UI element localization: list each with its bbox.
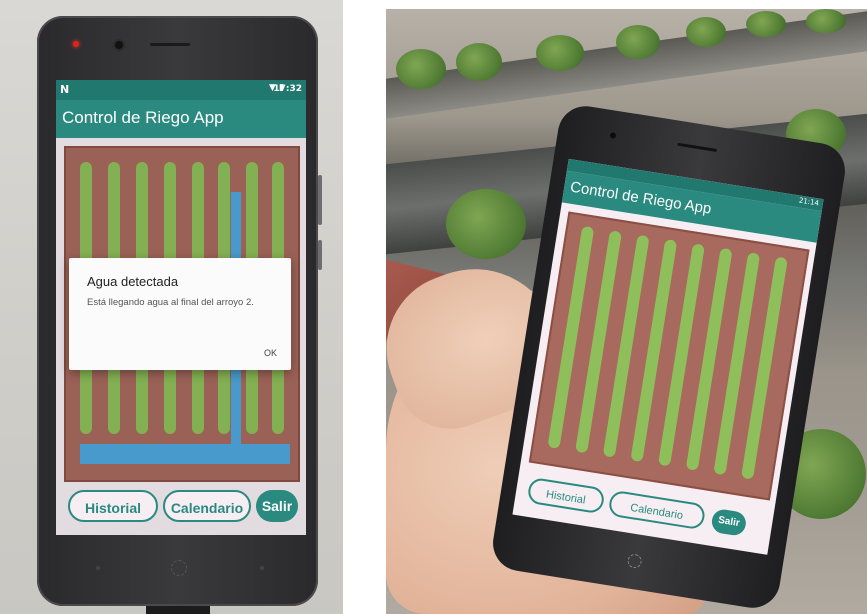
earpiece-speaker <box>150 43 190 46</box>
volume-button <box>318 175 322 225</box>
salir-button[interactable]: Salir <box>256 490 298 522</box>
nav-dot-right <box>260 566 264 570</box>
phone-screen: N ▼ ▮ 17:32 Control de Riego App Agua de… <box>56 80 306 535</box>
front-camera <box>115 41 123 49</box>
status-bar: N ▼ ▮ 17:32 <box>56 80 306 100</box>
salir-button[interactable]: Salir <box>710 507 748 537</box>
plant <box>446 189 526 259</box>
status-time: 21:14 <box>798 196 820 208</box>
app-title: Control de Riego App <box>62 108 224 127</box>
dialog-title: Agua detectada <box>87 274 179 289</box>
usb-cable <box>146 606 210 614</box>
plant <box>616 25 660 59</box>
alert-dialog: Agua detectada Está llegando agua al fin… <box>69 258 291 370</box>
home-button-icon[interactable] <box>626 553 643 570</box>
status-time: 17:32 <box>273 84 302 94</box>
notification-icon: N <box>60 83 70 96</box>
app-bar: Control de Riego App <box>56 100 306 138</box>
plant <box>536 35 584 71</box>
historial-button[interactable]: Historial <box>526 476 606 515</box>
calendario-button[interactable]: Calendario <box>163 490 251 522</box>
plant <box>456 43 502 81</box>
irrigation-field-map[interactable] <box>528 211 810 501</box>
nav-dot-left <box>96 566 100 570</box>
plant <box>396 49 446 89</box>
historial-button[interactable]: Historial <box>68 490 158 522</box>
dialog-ok-button[interactable]: OK <box>264 348 277 358</box>
plant <box>806 9 846 33</box>
left-photo: N ▼ ▮ 17:32 Control de Riego App Agua de… <box>0 0 343 614</box>
notification-led <box>73 41 79 47</box>
plant <box>746 11 786 37</box>
calendario-button[interactable]: Calendario <box>607 489 707 531</box>
front-camera <box>609 132 617 139</box>
home-button-icon[interactable] <box>171 560 187 576</box>
plant <box>686 17 726 47</box>
phone-screen: 21:14 Control de Riego App Historial Cal… <box>512 158 824 555</box>
dialog-message: Está llegando agua al final del arroyo 2… <box>87 297 254 308</box>
earpiece-speaker <box>677 142 718 152</box>
power-button <box>318 240 322 270</box>
